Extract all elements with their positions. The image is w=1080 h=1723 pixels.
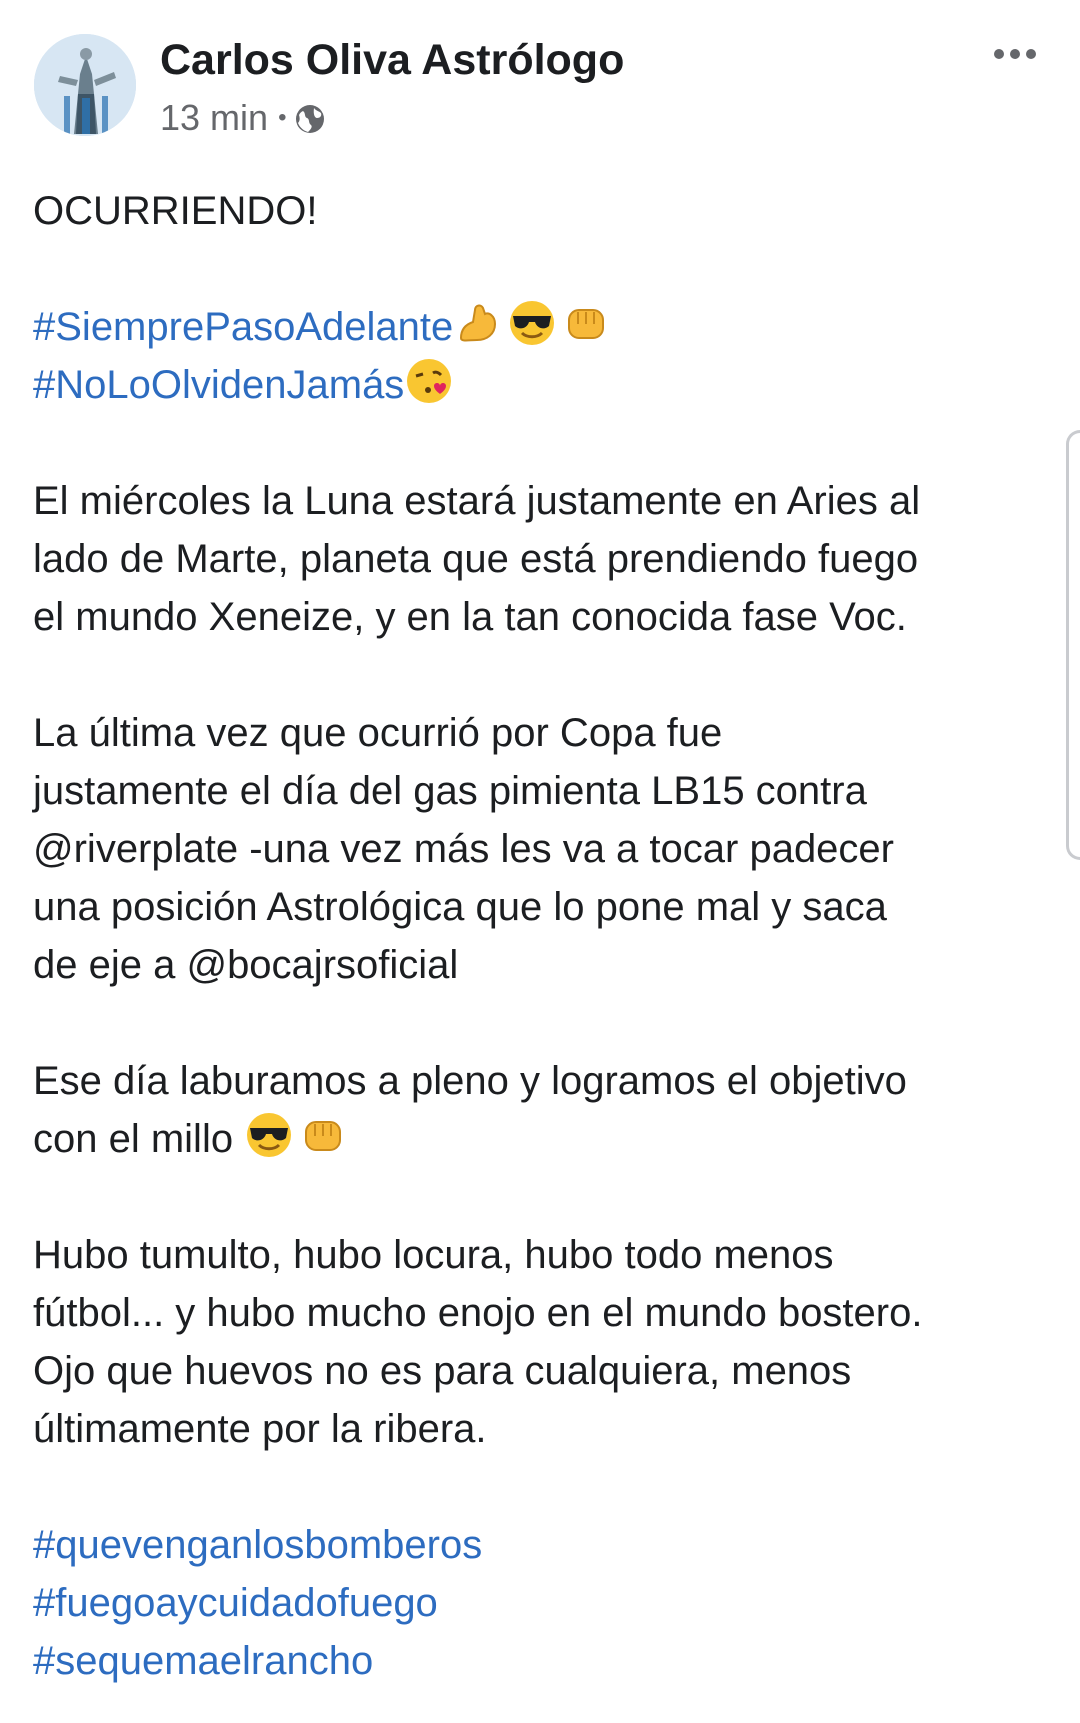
paragraph-4-line: Ojo que huevos no es para cualquiera, me… [33, 1349, 852, 1393]
scroll-handle[interactable] [1066, 430, 1080, 860]
paragraph-1-line: El miércoles la Luna estará justamente e… [33, 479, 921, 523]
paragraph-3-line-emoji: con el millo [33, 1110, 1053, 1168]
paragraph-2-line: de eje a @bocajrsoficial [33, 943, 459, 987]
author-avatar[interactable] [34, 34, 136, 136]
flexed-biceps-emoji [453, 298, 503, 348]
more-options-icon [994, 49, 1036, 59]
avatar-statue-image [34, 34, 136, 136]
hashtag-link[interactable]: #NoLoOlvidenJamás [33, 363, 404, 407]
post-timestamp[interactable]: 13 min [160, 97, 268, 139]
hashtag-link[interactable]: #fuegoaycuidadofuego [33, 1581, 438, 1625]
paragraph-3-line: Ese día laburamos a pleno y logramos el … [33, 1059, 907, 1103]
globe-icon[interactable] [294, 102, 326, 134]
post-headline: OCURRIENDO! [33, 189, 318, 233]
hashtag-link[interactable]: #quevenganlosbomberos [33, 1523, 482, 1567]
paragraph-4-line: últimamente por la ribera. [33, 1407, 487, 1451]
paragraph-2-line: justamente el día del gas pimienta LB15 … [33, 769, 867, 813]
fist-bump-emoji [561, 298, 611, 348]
paragraph-4-line: Hubo tumulto, hubo locura, hubo todo men… [33, 1233, 834, 1277]
paragraph-1-line: lado de Marte, planeta que está prendien… [33, 537, 919, 581]
kissing-heart-emoji [404, 356, 454, 406]
hashtag-line-2: #NoLoOlvidenJamás [33, 356, 1053, 414]
post-header: Carlos Oliva Astrólogo 13 min • [0, 0, 1080, 150]
hashtag-line-3: #quevenganlosbomberos [33, 1516, 1053, 1574]
hashtag-link[interactable]: #SiemprePasoAdelante [33, 305, 453, 349]
hashtag-line-1: #SiemprePasoAdelante [33, 298, 1053, 356]
author-name[interactable]: Carlos Oliva Astrólogo [160, 34, 624, 86]
meta-separator: • [278, 104, 287, 131]
post-body: OCURRIENDO! #SiemprePasoAdelante #NoLoOl… [33, 182, 1053, 1690]
post-meta: 13 min • [160, 96, 326, 140]
hashtag-link[interactable]: #sequemaelrancho [33, 1639, 373, 1683]
hashtag-line-4: #fuegoaycuidadofuego [33, 1574, 1053, 1632]
paragraph-1-line: el mundo Xeneize, y en la tan conocida f… [33, 595, 907, 639]
sunglasses-face-emoji [507, 298, 557, 348]
paragraph-3-text: con el millo [33, 1117, 234, 1161]
fist-bump-emoji [298, 1110, 348, 1160]
paragraph-2-line: una posición Astrológica que lo pone mal… [33, 885, 887, 929]
hashtag-line-5: #sequemaelrancho [33, 1632, 1053, 1690]
paragraph-2-line: La última vez que ocurrió por Copa fue [33, 711, 723, 755]
more-options-button[interactable] [985, 38, 1045, 70]
paragraph-2-line: @riverplate -una vez más les va a tocar … [33, 827, 894, 871]
paragraph-4-line: fútbol... y hubo mucho enojo en el mundo… [33, 1291, 923, 1335]
sunglasses-face-emoji [244, 1110, 294, 1160]
